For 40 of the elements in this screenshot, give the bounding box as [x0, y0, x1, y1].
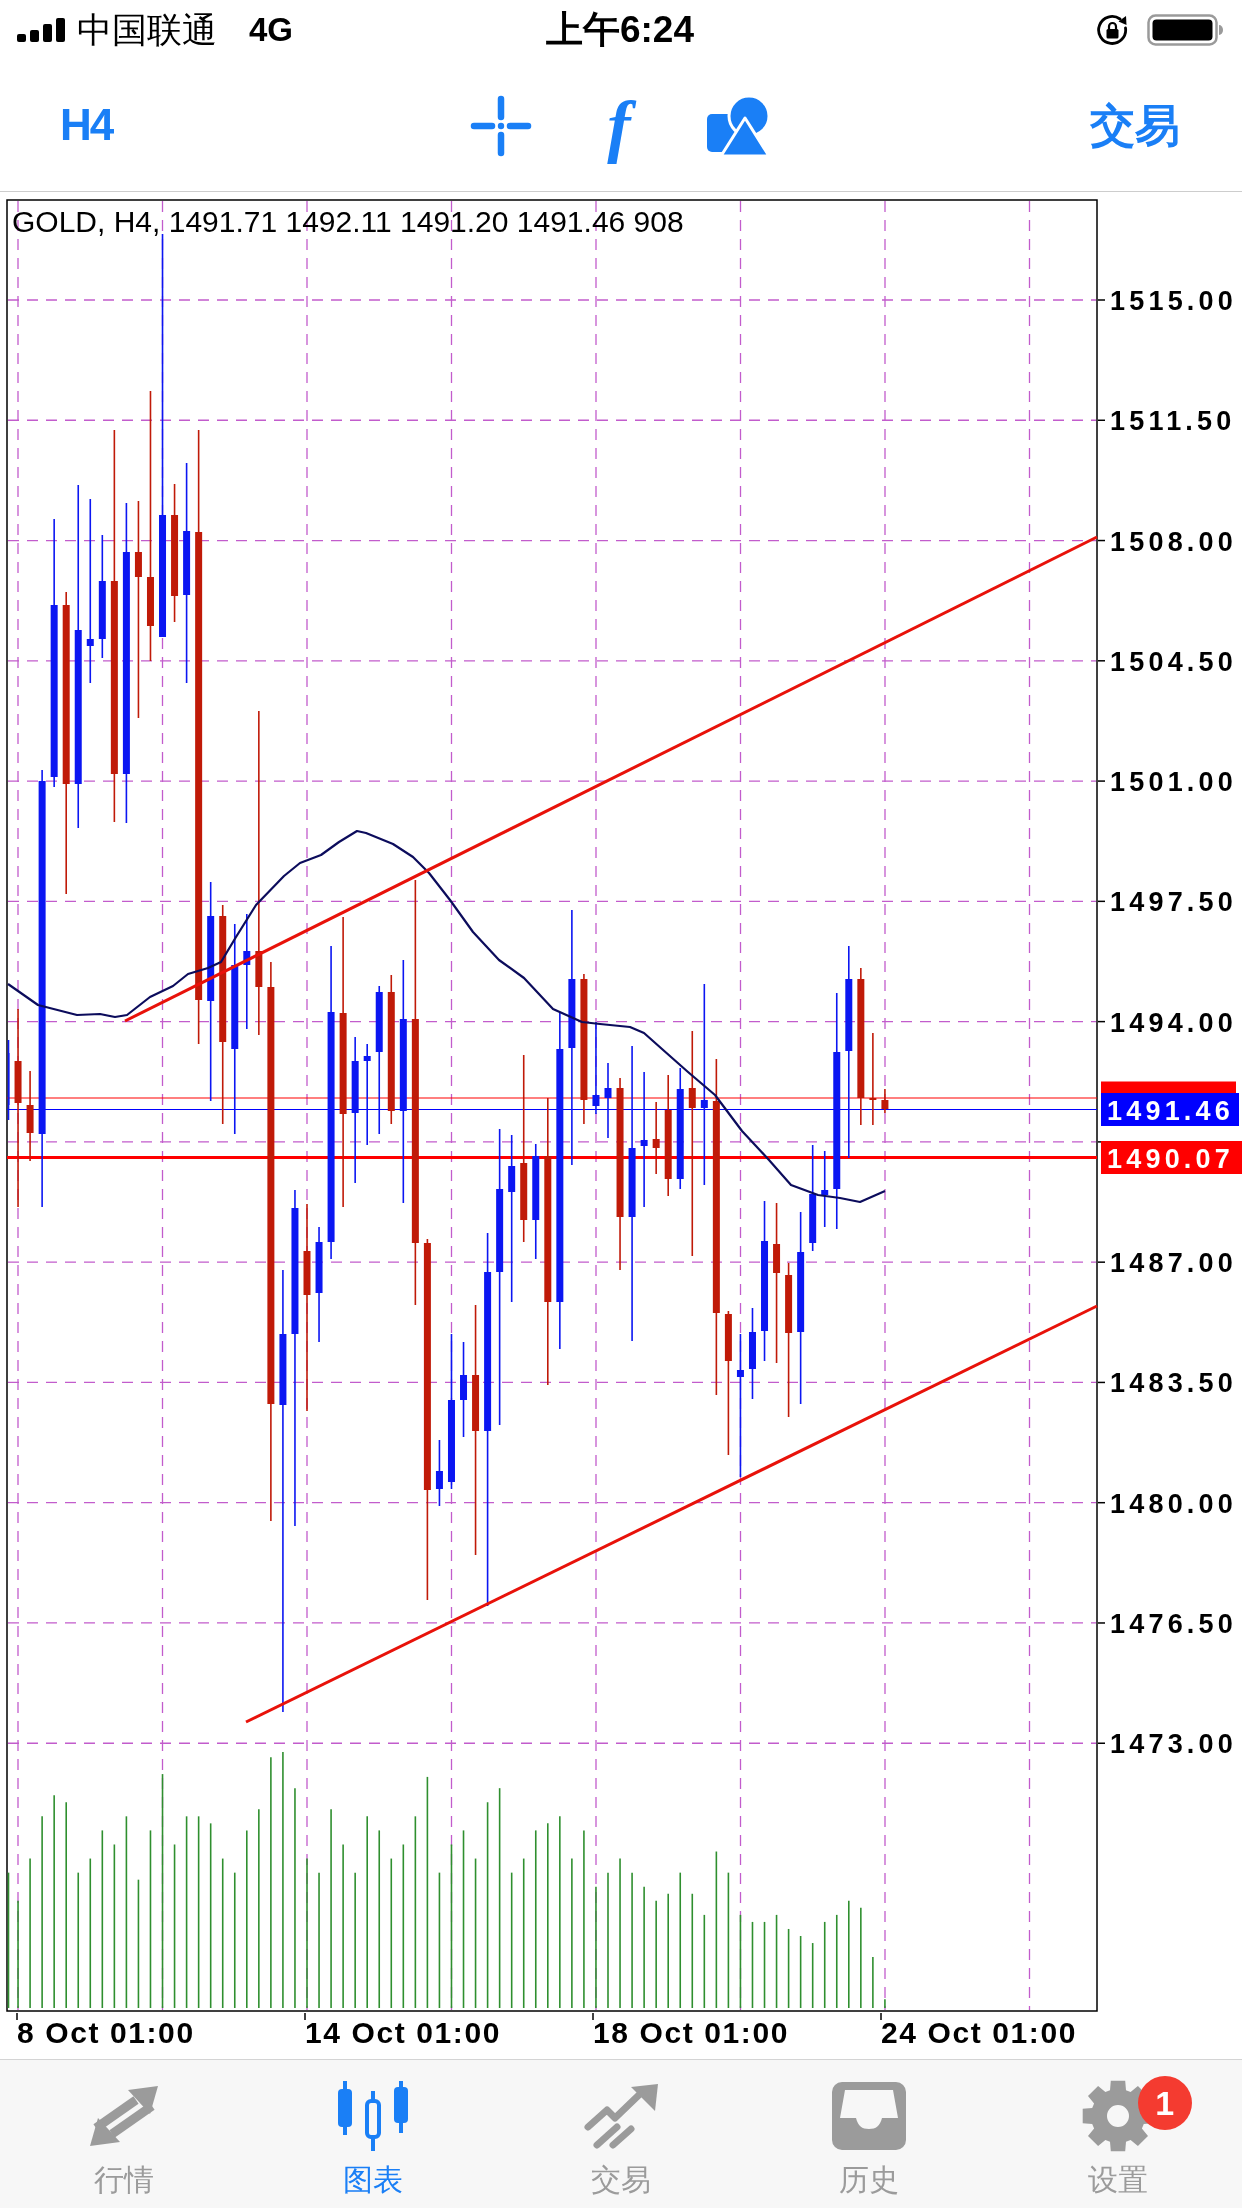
price-label: 1497.50	[1110, 887, 1237, 918]
trend-arrow-icon	[583, 2083, 659, 2149]
price-label: 1483.50	[1110, 1368, 1237, 1399]
notification-badge: 1	[1137, 2076, 1192, 2130]
timeframe-button[interactable]: H4	[60, 101, 113, 150]
falling-candle	[881, 1088, 889, 1114]
carrier-name: 中国联通	[77, 10, 217, 50]
price-label: 1515.00	[1110, 286, 1237, 316]
tab-item[interactable]: 行情	[0, 2060, 249, 2208]
price-label: 1511.50	[1110, 406, 1236, 437]
time-label: 14 Oct 01:00	[305, 2016, 501, 2049]
price-label: 1508.00	[1110, 526, 1237, 557]
tab-item[interactable]: 历史	[745, 2060, 994, 2208]
time-label: 8 Oct 01:00	[17, 2016, 195, 2049]
price-label: 1504.50	[1110, 646, 1237, 677]
network-type: 4G	[249, 11, 294, 49]
time-label: 24 Oct 01:00	[881, 2016, 1077, 2049]
battery-icon	[1147, 14, 1223, 46]
function-button[interactable]: f	[594, 83, 644, 168]
price-label: 1476.50	[1110, 1608, 1237, 1639]
price-label: 1487.00	[1110, 1248, 1237, 1279]
diagonal-arrows-icon	[88, 2084, 161, 2148]
price-label: 1494.00	[1110, 1007, 1237, 1038]
price-label: 1473.00	[1110, 1729, 1237, 1760]
price-tag: 1490.07	[1101, 1141, 1242, 1174]
clock-time: 上午6:24	[545, 9, 695, 51]
price-label: 1480.00	[1110, 1488, 1237, 1519]
trade-button[interactable]: 交易	[1090, 100, 1180, 151]
shapes-icon[interactable]	[705, 94, 770, 157]
tab-item[interactable]: 交易	[496, 2060, 746, 2208]
crosshair-icon[interactable]	[470, 94, 533, 157]
signal-bars-icon	[17, 18, 65, 42]
inbox-tray-icon	[832, 2082, 907, 2150]
tab-item[interactable]: 图表	[248, 2060, 497, 2208]
tab-item[interactable]: 设置 1	[993, 2060, 1242, 2208]
chart-header: GOLD, H4, 1491.71 1492.11 1491.20 1491.46 908	[12, 205, 684, 238]
price-tag: 1491.46	[1101, 1093, 1239, 1126]
price-label: 1501.00	[1110, 767, 1237, 798]
time-label: 18 Oct 01:00	[593, 2016, 789, 2049]
rising-candle	[435, 1439, 443, 1507]
